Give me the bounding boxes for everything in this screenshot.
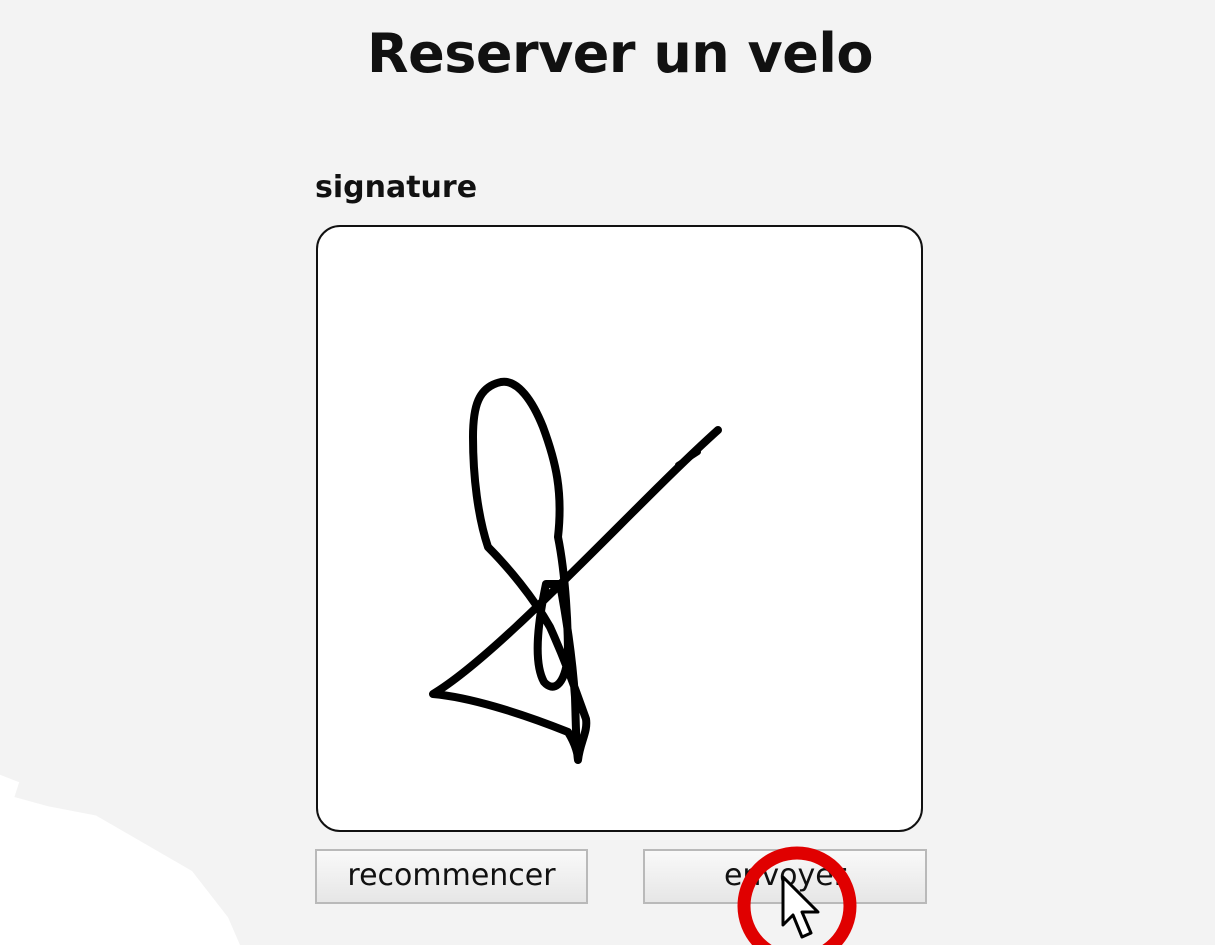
page-title: Reserver un velo bbox=[367, 22, 873, 85]
submit-button[interactable]: envoyer bbox=[643, 849, 927, 904]
reset-button[interactable]: recommencer bbox=[315, 849, 588, 904]
page: Reserver un velo signature recommencer e… bbox=[0, 0, 1215, 945]
signature-canvas[interactable] bbox=[316, 225, 923, 832]
signature-label: signature bbox=[315, 170, 478, 205]
signature-stroke bbox=[429, 377, 722, 764]
background-patch bbox=[0, 774, 240, 945]
